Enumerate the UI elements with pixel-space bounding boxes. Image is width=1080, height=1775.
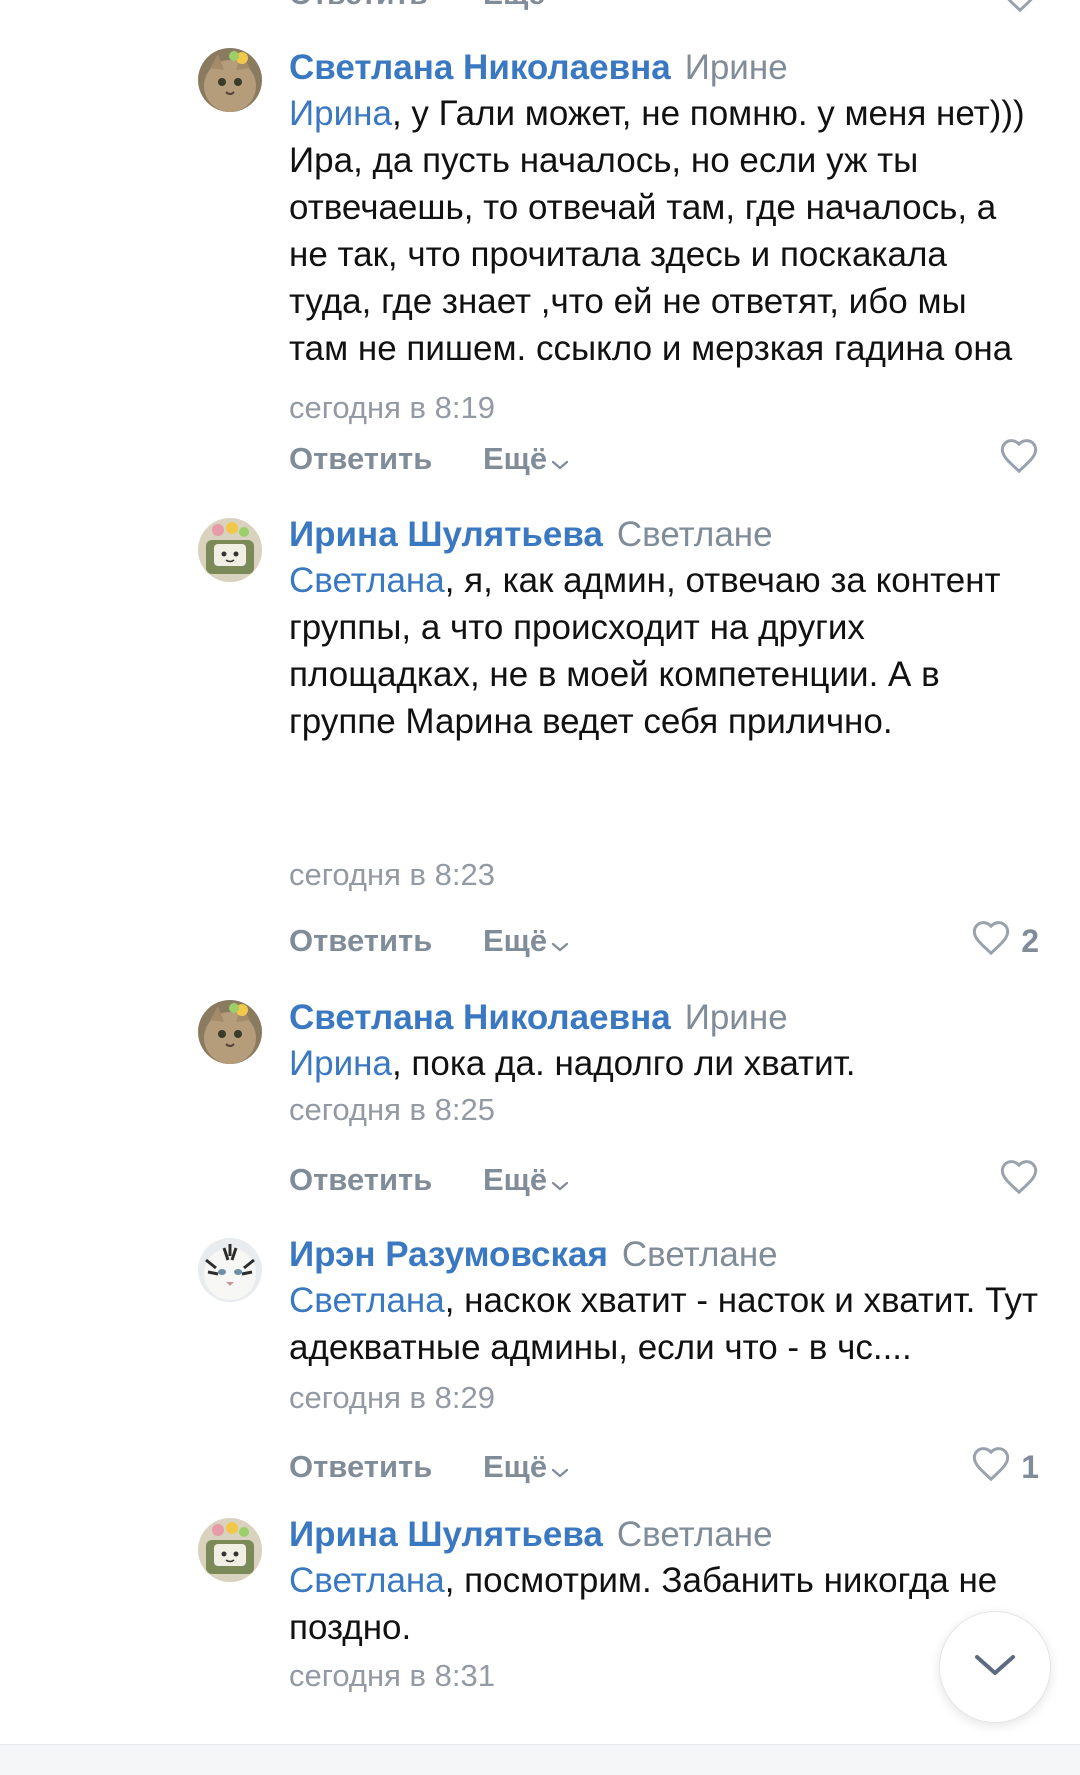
heart-icon[interactable] (1000, 0, 1040, 14)
comment-actions: Ответить Ещё (289, 1159, 1039, 1206)
chevron-down-icon (551, 925, 569, 961)
comment-body: , у Гали может, не помню. у меня нет))) … (289, 94, 1025, 368)
comment-author[interactable]: Ирина Шулятьева (289, 515, 603, 554)
comment-author[interactable]: Ирэн Разумовская (289, 1235, 608, 1274)
more-button[interactable]: Ещё (483, 1449, 569, 1487)
doodle-avatar[interactable] (198, 1518, 262, 1582)
more-button[interactable]: Ещё (483, 0, 545, 12)
comment-time[interactable]: сегодня в 8:29 (289, 1380, 495, 1416)
comment-actions: Ответить Ещё (289, 438, 1039, 485)
more-button[interactable]: Ещё (483, 923, 569, 961)
doodle-avatar[interactable] (198, 518, 262, 582)
like-button[interactable]: 2 (971, 919, 1039, 963)
cat-avatar[interactable] (198, 48, 262, 112)
mention-link[interactable]: Ирина (289, 94, 392, 133)
heart-icon (999, 1158, 1039, 1203)
more-label: Ещё (483, 441, 548, 476)
chevron-down-icon (551, 443, 569, 479)
more-label: Ещё (483, 1162, 548, 1197)
like-count: 2 (1021, 922, 1039, 959)
reply-to-label[interactable]: Ирине (685, 998, 788, 1037)
comments-feed: Ответить Ещё Светлана Николаевна Ирине (0, 0, 1080, 1775)
heart-icon (971, 1445, 1011, 1490)
comment-text: Светлана, наскок хватит - насток и хвати… (289, 1277, 1059, 1371)
like-button[interactable] (999, 437, 1039, 481)
comment-text: Ирина, пока да. надолго ли хватит. (289, 1040, 1029, 1087)
reply-to-label[interactable]: Светлане (617, 1515, 773, 1554)
chevron-down-icon (971, 1651, 1019, 1684)
comment-body: , пока да. надолго ли хватит. (391, 1044, 856, 1083)
reply-button[interactable]: Ответить (289, 1449, 432, 1485)
comment-actions: Ответить Ещё 1 (289, 1446, 1039, 1493)
bottom-bar (0, 1744, 1080, 1775)
like-count: 1 (1021, 1448, 1039, 1485)
comment-text: Ирина, у Гали может, не помню. у меня не… (289, 90, 1029, 372)
reply-button[interactable]: Ответить (289, 1162, 432, 1198)
tiger-avatar[interactable] (198, 1238, 262, 1302)
comment-text: Светлана, посмотрим. Забанить никогда не… (289, 1557, 1029, 1651)
previous-comment-actions: Ответить Ещё (0, 0, 1080, 14)
mention-link[interactable]: Светлана (289, 1281, 445, 1320)
chevron-down-icon (551, 1164, 569, 1200)
reply-button[interactable]: Ответить (289, 441, 432, 477)
more-label: Ещё (483, 923, 548, 958)
more-label: Ещё (483, 1449, 548, 1484)
comment-time[interactable]: сегодня в 8:31 (289, 1658, 495, 1694)
chevron-down-icon (551, 1451, 569, 1487)
comment-author[interactable]: Ирина Шулятьева (289, 1515, 603, 1554)
more-button[interactable]: Ещё (483, 441, 569, 479)
mention-link[interactable]: Ирина (289, 1044, 392, 1083)
comment-text: Светлана, я, как админ, отвечаю за конте… (289, 557, 1029, 745)
reply-to-label[interactable]: Ирине (685, 48, 788, 87)
like-button[interactable] (999, 1158, 1039, 1202)
more-button[interactable]: Ещё (483, 1162, 569, 1200)
mention-link[interactable]: Светлана (289, 561, 445, 600)
comment-author[interactable]: Светлана Николаевна (289, 48, 671, 87)
comment-time[interactable]: сегодня в 8:23 (289, 857, 495, 893)
reply-button[interactable]: Ответить (289, 0, 428, 12)
heart-icon (999, 437, 1039, 482)
like-button[interactable]: 1 (971, 1445, 1039, 1489)
reply-to-label[interactable]: Светлане (622, 1235, 778, 1274)
comment-time[interactable]: сегодня в 8:25 (289, 1092, 495, 1128)
reply-button[interactable]: Ответить (289, 923, 432, 959)
comment-actions: Ответить Ещё 2 (289, 920, 1039, 967)
comment-time[interactable]: сегодня в 8:19 (289, 390, 495, 426)
scroll-down-button[interactable] (940, 1612, 1050, 1722)
mention-link[interactable]: Светлана (289, 1561, 445, 1600)
comment-author[interactable]: Светлана Николаевна (289, 998, 671, 1037)
cat-avatar[interactable] (198, 1000, 262, 1064)
reply-to-label[interactable]: Светлане (617, 515, 773, 554)
heart-icon (971, 919, 1011, 964)
